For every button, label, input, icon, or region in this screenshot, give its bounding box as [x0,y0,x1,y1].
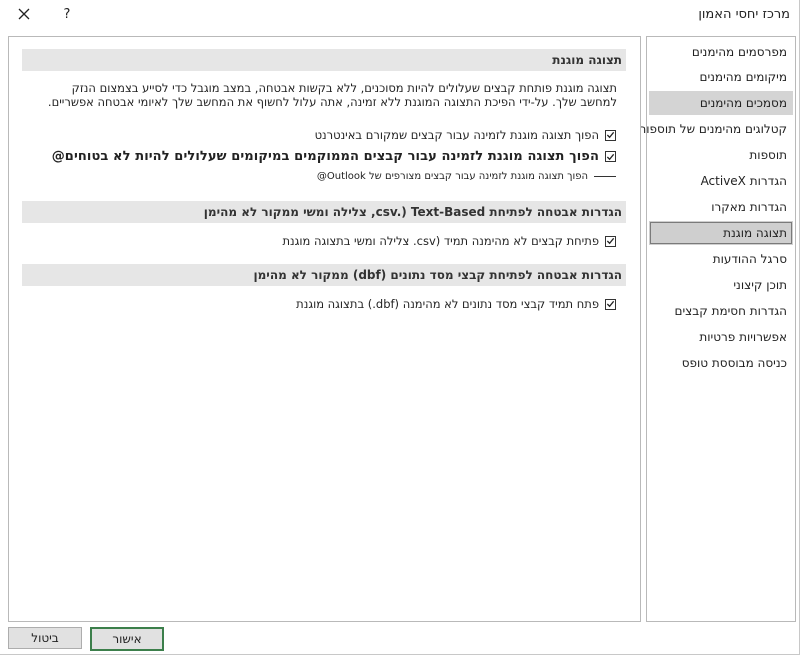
nav-item-trusted-locations[interactable]: מיקומים מהימנים [649,65,793,89]
dbf-section-header: הגדרות אבטחה לפתיחת קבצי מסד נתונים (dbf… [22,264,626,286]
nav-item-file-block-settings[interactable]: הגדרות חסימת קבצים [649,299,793,323]
csv-protected-label: פתיחת קבצים לא מהימנה תמיד (csv. צלילה ו… [282,234,599,248]
nav-item-addins[interactable]: תוספות [649,143,793,167]
nav-item-external-content[interactable]: תוכן קיצוני [649,273,793,297]
option-dbf-protected[interactable]: פתח תמיד קבצי מסד נתונים לא מהימנה (dbf.… [296,297,616,311]
nav-item-trusted-publishers[interactable]: מפרסמים מהימנים [649,40,793,64]
title-bar: ? מרכז יחסי האמון [0,0,800,30]
internet-files-label: הפוך תצוגה מוגנת לזמינה עבור קבצים שמקור… [314,128,599,142]
dbf-protected-checkbox[interactable] [605,298,616,310]
csv-protected-checkbox[interactable] [605,235,616,247]
checkmark-icon [606,153,615,160]
outlook-attachments-checkbox[interactable] [594,176,616,177]
option-outlook-attachments[interactable]: הפוך תצוגה מוגנת לזמינה עבור קבצים מצורפ… [317,171,616,182]
close-icon [18,8,30,20]
unsafe-locations-label: הפוך תצוגה מוגנת לזמינה עבור קבצים הממוק… [51,149,599,164]
outlook-attachments-label: הפוך תצוגה מוגנת לזמינה עבור קבצים מצורפ… [316,171,588,182]
ok-button[interactable]: אישור [90,627,164,651]
nav-item-activex-settings[interactable]: הגדרות ActiveX [649,169,793,193]
nav-item-trusted-documents[interactable]: מסמכים מהימנים [649,91,793,115]
checkmark-icon [606,131,615,139]
csv-section-header: הגדרות אבטחה לפתיחת csv.) Text-Based, צל… [22,201,626,223]
nav-item-protected-view[interactable]: תצוגה מוגנת [649,221,793,245]
option-csv-protected[interactable]: פתיחת קבצים לא מהימנה תמיד (csv. צלילה ו… [282,234,616,248]
protected-view-description: תצוגה מוגנת פותחת קבצים שעלולים להיות מס… [47,81,617,109]
nav-item-privacy-options[interactable]: אפשרויות פרטיות [649,325,793,349]
dbf-protected-label: פתח תמיד קבצי מסד נתונים לא מהימנה (dbf.… [296,297,599,311]
option-internet-files[interactable]: הפוך תצוגה מוגנת לזמינה עבור קבצים שמקור… [315,128,616,142]
protected-view-header: תצוגה מוגנת [22,49,626,71]
window-title: מרכז יחסי האמון [698,7,790,22]
nav-item-form-based-signin[interactable]: כניסה מבוססת טופס [649,351,793,375]
nav-item-trusted-addin-catalogs[interactable]: קטלוגים מהימנים של תוספות [638,117,793,141]
cancel-button[interactable]: ביטול [8,627,82,649]
internet-files-checkbox[interactable] [605,129,616,141]
category-nav: מפרסמים מהימנים מיקומים מהימנים מסמכים מ… [638,36,796,622]
trust-center-dialog: ? מרכז יחסי האמון מפרסמים מהימנים מיקומי… [0,0,800,655]
nav-item-message-bar[interactable]: סרגל ההודעות [649,247,793,271]
close-button[interactable] [12,3,36,25]
nav-item-macro-settings[interactable]: הגדרות מאקרו [649,195,793,219]
settings-panel: תצוגה מוגנת תצוגה מוגנת פותחת קבצים שעלו… [8,36,641,622]
checkmark-icon [606,237,615,245]
help-button[interactable]: ? [58,3,76,25]
unsafe-locations-checkbox[interactable] [605,151,616,162]
checkmark-icon [606,300,615,308]
option-unsafe-locations[interactable]: הפוך תצוגה מוגנת לזמינה עבור קבצים הממוק… [52,149,616,164]
